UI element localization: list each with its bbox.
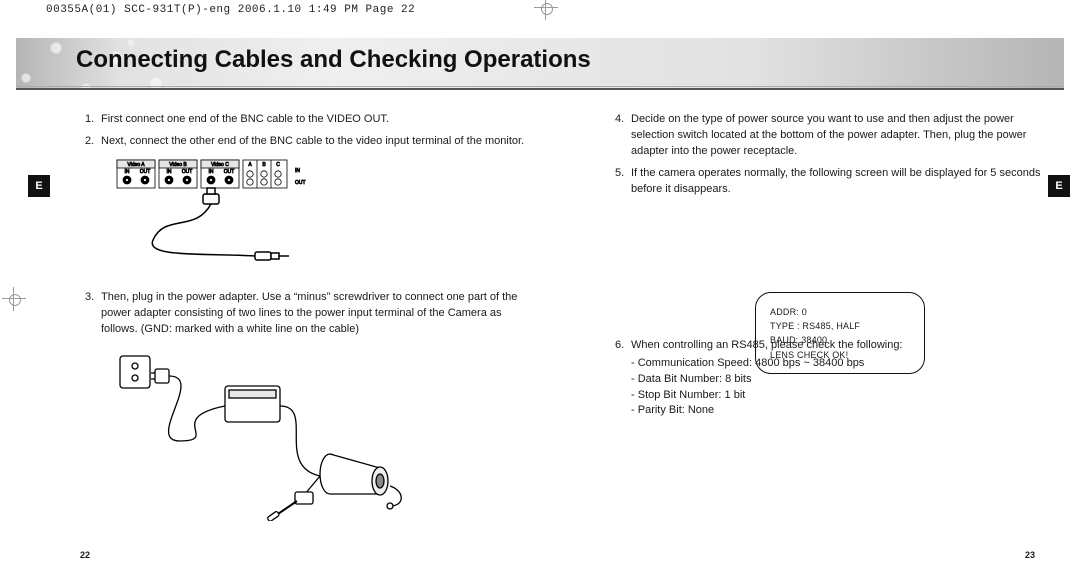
title-underline — [16, 88, 1064, 90]
rs485-parity: Parity Bit: None — [631, 403, 1055, 419]
svg-text:OUT: OUT — [182, 169, 193, 175]
title-band: Connecting Cables and Checking Operation… — [16, 38, 1064, 90]
step-4: 4. Decide on the type of power source yo… — [615, 112, 1055, 160]
svg-text:IN: IN — [295, 168, 300, 174]
panel-label-c: C — [276, 162, 280, 168]
page-number-right: 23 — [1025, 550, 1035, 560]
section-title: Connecting Cables and Checking Operation… — [76, 46, 591, 74]
osd-line-4: LENS CHECK OK! — [770, 348, 910, 362]
svg-text:OUT: OUT — [295, 180, 306, 186]
osd-line-1: ADDR: 0 — [770, 305, 910, 319]
power-adapter-figure — [105, 346, 455, 521]
side-tab-left: E — [28, 175, 50, 197]
print-crop-label: 00355A(01) SCC-931T(P)-eng 2006.1.10 1:4… — [46, 4, 415, 16]
panel-label-video-c: Video C — [211, 162, 229, 168]
rs485-databits: Data Bit Number: 8 bits — [631, 372, 1055, 388]
step-2-text: Next, connect the other end of the BNC c… — [101, 134, 525, 150]
step-5-text: If the camera operates normally, the fol… — [631, 166, 1055, 198]
step-6-num: 6. — [615, 338, 631, 420]
panel-label-in: IN — [125, 169, 130, 175]
step-1: 1. First connect one end of the BNC cabl… — [85, 112, 525, 128]
step-5: 5. If the camera operates normally, the … — [615, 166, 1055, 198]
svg-text:IN: IN — [167, 169, 172, 175]
svg-text:OUT: OUT — [224, 169, 235, 175]
step-3-num: 3. — [85, 290, 101, 338]
rs485-stopbits: Stop Bit Number: 1 bit — [631, 388, 1055, 404]
step-2-num: 2. — [85, 134, 101, 150]
osd-screen-box: ADDR: 0 TYPE : RS485, HALF BAUD: 38400 L… — [755, 292, 925, 374]
svg-text:IN: IN — [209, 169, 214, 175]
right-column: 4. Decide on the type of power source yo… — [615, 112, 1055, 425]
step-1-text: First connect one end of the BNC cable t… — [101, 112, 525, 128]
left-column: 1. First connect one end of the BNC cabl… — [85, 112, 525, 533]
step-1-num: 1. — [85, 112, 101, 128]
step-5-num: 5. — [615, 166, 631, 198]
step-4-text: Decide on the type of power source you w… — [631, 112, 1055, 160]
step-2: 2. Next, connect the other end of the BN… — [85, 134, 525, 150]
osd-line-2: TYPE : RS485, HALF — [770, 319, 910, 333]
step-3-text: Then, plug in the power adapter. Use a “… — [101, 290, 525, 338]
panel-label-video-a: Video A — [127, 162, 145, 168]
crop-mark-left — [2, 287, 26, 311]
panel-label-video-b: Video B — [169, 162, 187, 168]
page-number-left: 22 — [80, 550, 90, 560]
step-4-num: 4. — [615, 112, 631, 160]
osd-line-3: BAUD: 38400 — [770, 333, 910, 347]
step-3: 3. Then, plug in the power adapter. Use … — [85, 290, 525, 338]
crop-mark-top — [534, 0, 558, 20]
panel-label-out: OUT — [140, 169, 151, 175]
monitor-panel-figure: Video A IN OUT Video B IN OUT Video C — [105, 158, 405, 278]
